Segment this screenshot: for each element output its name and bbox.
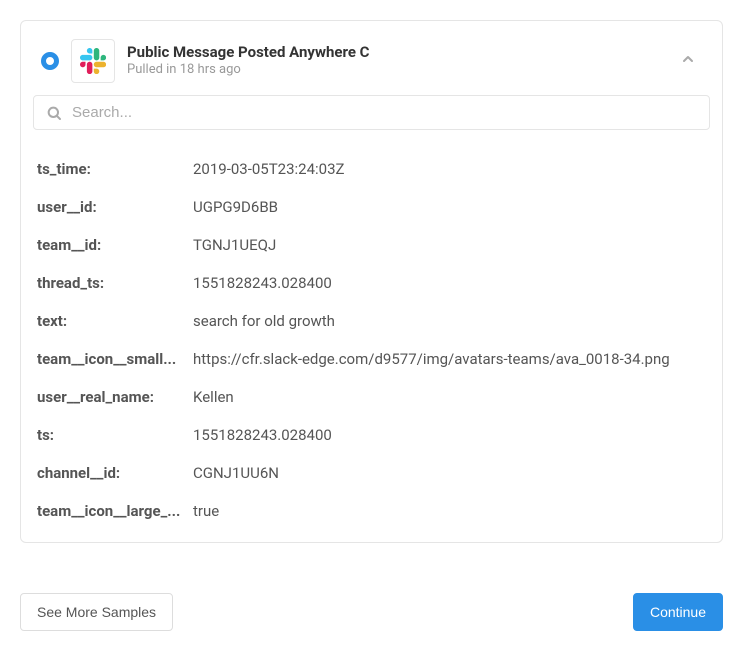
search-icon [46,105,62,121]
title-block: Public Message Posted Anywhere C Pulled … [127,43,658,79]
field-key: team__icon__large_... [37,502,193,520]
fields-scroll[interactable]: ts_time: 2019-03-05T23:24:03Z user__id: … [33,140,710,530]
field-row: channel__id: CGNJ1UU6N [37,454,706,492]
continue-button[interactable]: Continue [633,593,723,631]
field-row: text: search for old growth [37,302,706,340]
collapse-toggle[interactable] [670,45,706,77]
field-value: search for old growth [193,312,335,330]
field-row: team__icon__small... https://cfr.slack-e… [37,340,706,378]
field-key: thread_ts: [37,274,193,292]
slack-icon [71,39,115,83]
sample-title: Public Message Posted Anywhere C [127,43,658,63]
field-row: team__id: TGNJ1UEQJ [37,226,706,264]
field-value: 1551828243.028400 [193,274,332,292]
field-row: ts_time: 2019-03-05T23:24:03Z [37,150,706,188]
field-key: user__real_name: [37,388,193,406]
field-key: ts_time: [37,160,193,178]
field-key: channel__id: [37,464,193,482]
see-more-button[interactable]: See More Samples [20,593,173,631]
sample-header: Public Message Posted Anywhere C Pulled … [33,33,710,95]
field-row: user__id: UGPG9D6BB [37,188,706,226]
field-value: TGNJ1UEQJ [193,236,276,254]
field-row: team__icon__large_... true [37,492,706,530]
field-value: UGPG9D6BB [193,198,278,216]
field-value: https://cfr.slack-edge.com/d9577/img/ava… [193,350,670,368]
field-value: Kellen [193,388,234,406]
field-row: user__real_name: Kellen [37,378,706,416]
field-value: CGNJ1UU6N [193,464,279,482]
footer: See More Samples Continue [20,593,723,631]
chevron-up-icon [680,51,696,67]
sample-subtitle: Pulled in 18 hrs ago [127,62,658,79]
field-key: text: [37,312,193,330]
field-key: team__id: [37,236,193,254]
field-row: thread_ts: 1551828243.028400 [37,264,706,302]
field-row: ts: 1551828243.028400 [37,416,706,454]
search-input[interactable] [72,104,697,121]
select-radio[interactable] [41,52,59,70]
field-key: team__icon__small... [37,350,193,368]
field-value: true [193,502,219,520]
search-container[interactable] [33,95,710,130]
sample-card: Public Message Posted Anywhere C Pulled … [20,20,723,543]
field-value: 2019-03-05T23:24:03Z [193,160,345,178]
field-key: user__id: [37,198,193,216]
field-value: 1551828243.028400 [193,426,332,444]
field-key: ts: [37,426,193,444]
